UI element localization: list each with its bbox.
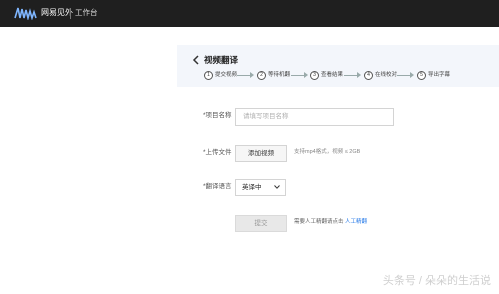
arrow-right-icon (357, 72, 361, 78)
step-number: 1 (204, 71, 213, 80)
step-label: 在线校对 (375, 72, 398, 78)
language-value: 英译中 (242, 184, 262, 191)
step-number: 5 (417, 71, 426, 80)
step-connector (397, 75, 411, 76)
step-number: 3 (310, 71, 319, 80)
project-name-input[interactable]: 请填写项目名称 (235, 108, 394, 126)
arrow-right-icon (250, 72, 254, 78)
brand-name[interactable]: 网易见外 (41, 7, 73, 19)
step-number: 4 (364, 71, 373, 80)
chevron-down-icon (274, 185, 280, 189)
workspace-link[interactable]: 工作台 (75, 7, 98, 19)
upload-hint: 支持mp4格式，视频 ≤ 2GB (294, 149, 361, 155)
upload-label: *上传文件 (203, 149, 232, 156)
step-connector (237, 75, 251, 76)
language-label: *翻译语言 (203, 183, 232, 190)
human-translation-link[interactable]: 人工精翻 (345, 219, 367, 225)
back-arrow-icon[interactable] (191, 55, 201, 65)
add-video-button[interactable]: 添加视频 (235, 145, 287, 162)
submit-hint: 需要人工精翻请点击 人工精翻 (294, 218, 367, 227)
step-number: 2 (257, 71, 266, 80)
project-name-placeholder: 请填写项目名称 (243, 113, 289, 120)
step-connector (344, 75, 358, 76)
submit-hint-text: 需要人工精翻请点击 (294, 219, 344, 225)
watermark-text: 头条号 / 朵朵的生活说 (382, 275, 491, 287)
netease-logo-icon (14, 7, 37, 20)
language-select[interactable]: 英译中 (235, 179, 286, 196)
step-connector (291, 75, 305, 76)
step-label: 提交视频 (215, 72, 238, 78)
arrow-right-icon (410, 72, 414, 78)
project-name-label: *项目名称 (203, 112, 232, 119)
submit-button[interactable]: 提交 (235, 215, 287, 232)
step-label: 查看结果 (321, 72, 344, 78)
brand-divider (70, 8, 71, 19)
step-label: 导出字幕 (428, 72, 451, 78)
panel-header (177, 45, 499, 87)
arrow-right-icon (304, 72, 308, 78)
page-title: 视频翻译 (204, 55, 239, 65)
step-label: 等待机翻 (268, 72, 291, 78)
